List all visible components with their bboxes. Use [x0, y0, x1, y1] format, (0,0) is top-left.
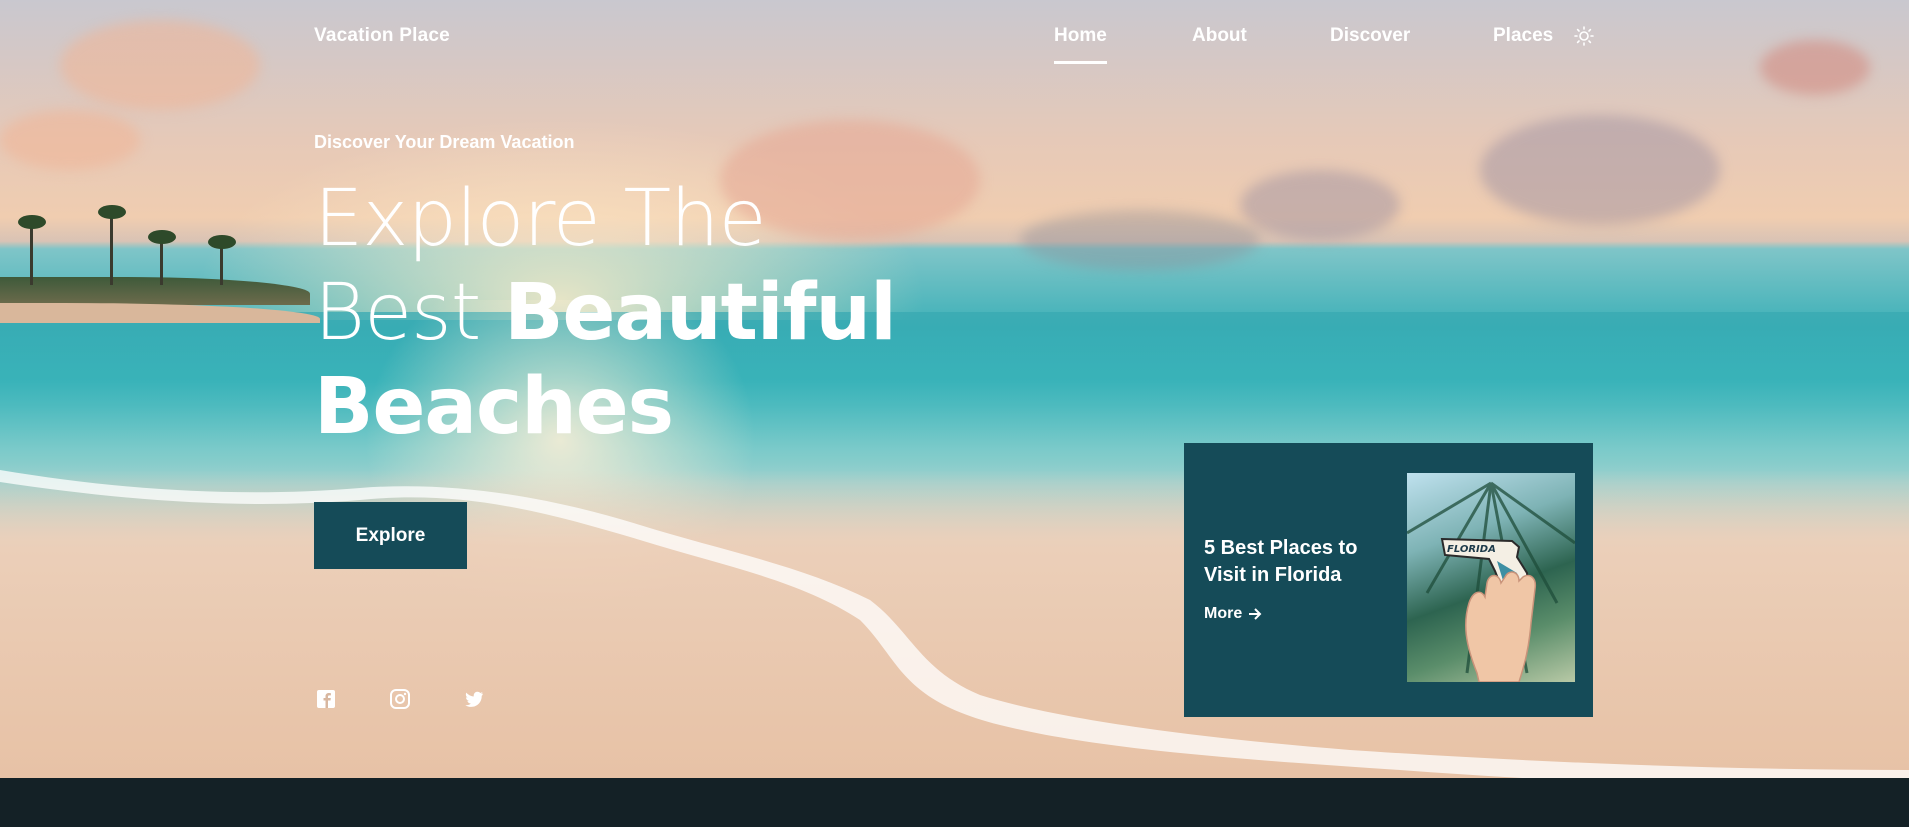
brand-logo[interactable]: Vacation Place — [314, 25, 450, 47]
headline-line-1: Explore The — [314, 174, 767, 264]
card-more-label: More — [1204, 605, 1243, 622]
headline-bold-word: Beautiful — [504, 268, 897, 358]
nav-places[interactable]: Places — [1493, 25, 1553, 47]
nav-about[interactable]: About — [1192, 25, 1247, 47]
arrow-right-icon — [1249, 608, 1262, 620]
headline-bold-word: Beaches — [314, 362, 674, 452]
card-image: FLORIDA — [1407, 473, 1575, 682]
nav-home[interactable]: Home — [1054, 25, 1107, 64]
facebook-icon[interactable] — [315, 688, 337, 710]
twitter-icon[interactable] — [463, 688, 485, 710]
sun-icon[interactable] — [1574, 26, 1594, 46]
headline-line-2: Best Beautiful — [314, 266, 1034, 360]
hero-headline: Explore The Best Beautiful Beaches — [314, 172, 1034, 454]
card-more-link[interactable]: More — [1204, 605, 1262, 623]
explore-button[interactable]: Explore — [314, 502, 467, 569]
card-image-text: FLORIDA — [1447, 544, 1496, 555]
nav-discover[interactable]: Discover — [1330, 25, 1410, 47]
page-overlay: Vacation Place Home About Discover Place… — [0, 0, 1909, 827]
instagram-icon[interactable] — [389, 688, 411, 710]
footer-bar — [0, 778, 1909, 827]
headline-line-3: Beaches — [314, 360, 1034, 454]
featured-card[interactable]: 5 Best Places to Visit in Florida More F… — [1184, 443, 1593, 717]
hero-eyebrow: Discover Your Dream Vacation — [314, 132, 575, 152]
headline-light-word: Best — [314, 268, 505, 358]
florida-hand-image: FLORIDA — [1407, 481, 1575, 682]
card-title: 5 Best Places to Visit in Florida — [1204, 537, 1358, 586]
